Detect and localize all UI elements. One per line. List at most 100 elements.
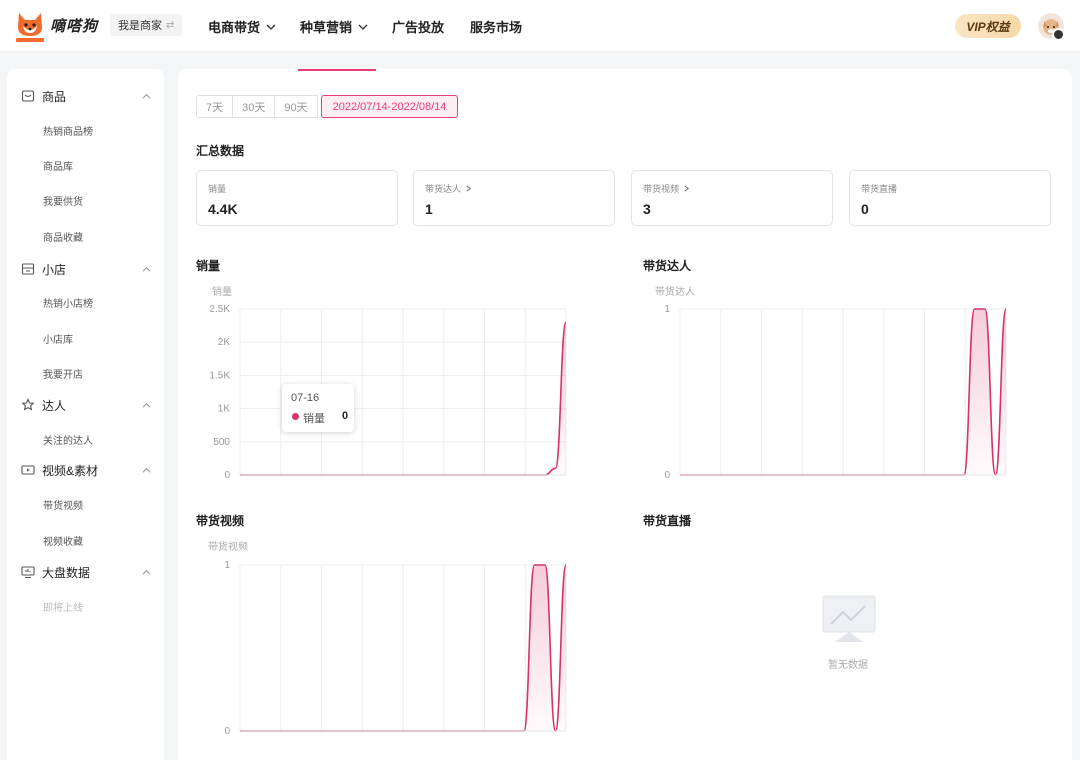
date-range-selector: 7天 30天 90天 2022/07/14-2022/08/14: [196, 95, 459, 118]
nav-ecommerce[interactable]: 电商带货: [208, 17, 276, 36]
chevron-up-icon: [142, 93, 151, 99]
influencers-line-chart[interactable]: 01: [638, 299, 1018, 484]
card-label-wrap: 带货达人: [425, 182, 472, 195]
chart-title-videos: 带货视频: [196, 514, 245, 528]
y-axis-name: 带货达人: [655, 287, 695, 298]
card-value: 4.4K: [208, 201, 238, 217]
nav-seeding[interactable]: 种草营销: [300, 17, 368, 36]
chevron-down-icon: [266, 24, 276, 30]
tooltip-date: 07-16: [291, 392, 320, 404]
chevron-right-icon: [684, 185, 690, 192]
sidebar-item-hot-products[interactable]: 热销商品榜: [43, 123, 93, 138]
sidebar-item-followed-influencers[interactable]: 关注的达人: [43, 432, 93, 447]
chevron-right-icon: [466, 185, 472, 192]
chart-title-influencers: 带货达人: [643, 259, 692, 273]
summary-card-videos[interactable]: 带货视频 3: [631, 170, 833, 226]
videos-line-chart[interactable]: 01: [198, 555, 578, 740]
chart-tooltip: 07-16 销量 0: [282, 384, 354, 432]
video-icon: [21, 465, 35, 475]
card-label-wrap: 带货视频: [643, 182, 690, 195]
sidebar-item-supply[interactable]: 我要供货: [43, 193, 83, 208]
star-user-icon: [21, 398, 35, 411]
tooltip-value: 0: [342, 410, 349, 422]
y-tick-label: 0: [664, 470, 670, 481]
brand-name[interactable]: 嘀嗒狗: [50, 15, 98, 36]
sidebar-section-influencer[interactable]: 达人: [21, 395, 151, 415]
tooltip-series-dot: [292, 413, 299, 420]
sidebar-section-video[interactable]: 视频&素材: [21, 460, 151, 480]
y-tick-label: 1: [664, 304, 670, 315]
summary-title: 汇总数据: [196, 144, 245, 158]
avatar-badge: [1052, 28, 1065, 41]
nav-label: 电商带货: [208, 20, 261, 35]
role-switch[interactable]: 我是商家 ⇄: [110, 14, 183, 36]
store-icon: [21, 263, 35, 275]
product-icon: [21, 90, 35, 102]
y-axis-name: 带货视频: [208, 542, 248, 553]
nav-ads[interactable]: 广告投放: [392, 17, 444, 36]
card-label: 带货达人: [425, 184, 462, 194]
sidebar-section-label: 视频&素材: [42, 463, 99, 478]
y-tick-label: 1: [224, 560, 230, 571]
empty-data-text: 暂无数据: [828, 660, 868, 671]
sidebar-item-store-library[interactable]: 小店库: [43, 331, 73, 346]
summary-card-sales: 销量 4.4K: [196, 170, 398, 226]
range-7d[interactable]: 7天: [196, 95, 234, 118]
chart-title-live: 带货直播: [643, 514, 692, 528]
chart-title-sales: 销量: [196, 259, 221, 273]
sidebar-section-product[interactable]: 商品: [21, 86, 151, 106]
card-label: 销量: [208, 184, 227, 194]
y-tick-label: 1.5K: [209, 370, 230, 381]
chevron-down-icon: [358, 24, 368, 30]
sidebar-section-store[interactable]: 小店: [21, 259, 151, 279]
summary-card-influencers[interactable]: 带货达人 1: [413, 170, 615, 226]
chevron-up-icon: [142, 569, 151, 575]
nav-label: 服务市场: [470, 20, 523, 35]
nav-label: 种草营销: [300, 20, 353, 35]
range-custom[interactable]: 2022/07/14-2022/08/14: [320, 95, 459, 118]
sidebar-item-coming-soon: 即将上线: [43, 603, 83, 614]
card-value: 3: [643, 201, 651, 217]
sidebar: 商品 热销商品榜 商品库 我要供货 商品收藏 小店 热销小店榜 小店库 我要开店…: [7, 69, 164, 760]
nav-market[interactable]: 服务市场: [470, 17, 522, 36]
sidebar-item-video-favorites[interactable]: 视频收藏: [43, 533, 83, 548]
swap-icon: ⇄: [166, 19, 175, 31]
card-value: 0: [861, 201, 869, 217]
nav-label: 广告投放: [392, 20, 445, 35]
sidebar-section-label: 商品: [42, 89, 67, 104]
card-label: 带货直播: [861, 184, 898, 194]
sidebar-item-open-store[interactable]: 我要开店: [43, 366, 83, 381]
active-tab-indicator: [298, 69, 376, 71]
range-30d[interactable]: 30天: [232, 95, 276, 118]
chevron-up-icon: [142, 266, 151, 272]
dog-logo-icon[interactable]: [14, 9, 46, 43]
y-tick-label: 2K: [218, 337, 231, 348]
empty-data-icon: [822, 595, 876, 642]
y-tick-label: 0: [224, 470, 230, 481]
dashboard-icon: [21, 566, 35, 579]
card-value: 1: [425, 201, 433, 217]
vip-button[interactable]: VIP权益: [955, 14, 1021, 38]
sidebar-item-hot-stores[interactable]: 热销小店榜: [43, 295, 93, 310]
y-tick-label: 1K: [218, 404, 231, 415]
card-label: 带货视频: [643, 184, 680, 194]
tooltip-series-name: 销量: [303, 413, 325, 425]
role-label: 我是商家: [118, 20, 162, 32]
sidebar-section-label: 达人: [42, 398, 67, 413]
sidebar-item-product-favorites[interactable]: 商品收藏: [43, 229, 83, 244]
y-tick-label: 0: [224, 726, 230, 737]
y-axis-name: 销量: [212, 287, 232, 298]
sidebar-section-dashboard[interactable]: 大盘数据: [21, 562, 151, 582]
chevron-up-icon: [142, 467, 151, 473]
sales-line-chart[interactable]: 0 500 1K 1.5K 2K 2.5K: [198, 299, 578, 484]
chevron-up-icon: [142, 402, 151, 408]
y-tick-label: 2.5K: [209, 304, 230, 315]
sidebar-section-label: 小店: [42, 262, 67, 277]
summary-card-live: 带货直播 0: [849, 170, 1051, 226]
top-header: 嘀嗒狗 我是商家 ⇄ 电商带货 种草营销 广告投放 服务市场 VIP权益: [0, 0, 1080, 52]
range-90d[interactable]: 90天: [274, 95, 318, 118]
y-tick-label: 500: [213, 437, 230, 448]
sidebar-section-label: 大盘数据: [42, 565, 91, 580]
sidebar-item-sales-videos[interactable]: 带货视频: [43, 497, 83, 512]
sidebar-item-product-library[interactable]: 商品库: [43, 158, 73, 173]
